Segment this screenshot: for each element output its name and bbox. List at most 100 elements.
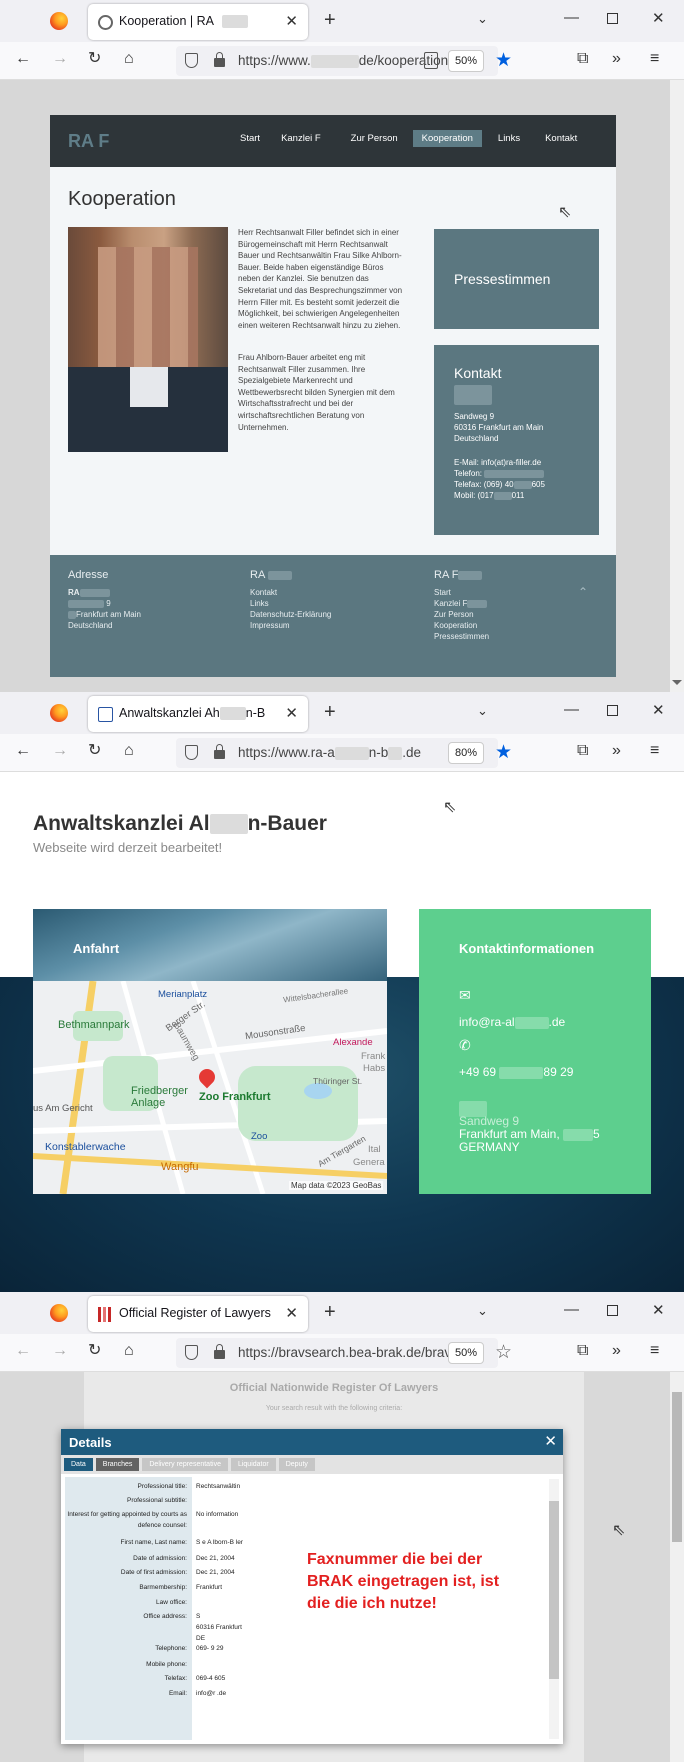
menu-icon[interactable]: ≡: [650, 51, 659, 67]
bookmark-star-icon[interactable]: ★: [495, 743, 512, 762]
tab-register[interactable]: Official Register of Lawyers ✕: [88, 1296, 308, 1332]
detail-label: Date of admission:: [133, 1555, 187, 1562]
minimize-icon[interactable]: —: [564, 9, 579, 26]
reader-view-icon[interactable]: [424, 52, 438, 69]
map-label: Bethmannpark: [58, 1019, 130, 1031]
firefox-icon[interactable]: [50, 704, 68, 722]
map-label: us Am Gericht: [33, 1103, 93, 1114]
new-tab-button[interactable]: +: [324, 1302, 336, 1322]
scrollbar[interactable]: [670, 1372, 684, 1762]
contact-phone[interactable]: +49 69 89 29: [459, 1065, 573, 1079]
bookmark-star-icon[interactable]: ★: [495, 51, 512, 70]
window-close-icon[interactable]: ✕: [652, 701, 665, 719]
minimize-icon[interactable]: —: [564, 701, 579, 718]
extensions-icon[interactable]: ⧉: [577, 743, 588, 759]
tab-delivery[interactable]: Delivery representative: [142, 1458, 228, 1471]
tab-liquidator[interactable]: Liquidator: [230, 1458, 276, 1471]
url-bar[interactable]: https://www.ra-a n-b .de 80% ★: [176, 738, 512, 768]
back-icon[interactable]: ←: [15, 1343, 31, 1359]
close-tab-icon[interactable]: ✕: [285, 704, 298, 722]
footer-link-impressum[interactable]: Impressum: [250, 620, 331, 631]
detail-label: Professional subtitle:: [127, 1497, 187, 1504]
contact-email[interactable]: E-Mail: info(at)ra-filler.de: [454, 457, 545, 468]
press-box[interactable]: Pressestimmen: [434, 229, 599, 329]
detail-label: Law office:: [156, 1599, 187, 1606]
overflow-chevrons-icon[interactable]: »: [612, 1343, 621, 1359]
firefox-icon[interactable]: [50, 12, 68, 30]
tab-kooperation[interactable]: Kooperation | RA ✕: [88, 4, 308, 40]
tab-title: Anwaltskanzlei Ah n-B: [119, 706, 266, 720]
menu-icon[interactable]: ≡: [650, 1343, 659, 1359]
detail-value: 069-4 605: [196, 1675, 226, 1682]
url-text: https://www.ra-a n-b .de: [238, 745, 422, 761]
new-tab-button[interactable]: +: [324, 10, 336, 30]
footer-link-kontakt[interactable]: Kontakt: [250, 587, 331, 598]
bookmark-star-icon[interactable]: ☆: [495, 1343, 512, 1362]
home-icon[interactable]: ⌂: [124, 743, 134, 759]
footer-link-links[interactable]: Links: [250, 598, 331, 609]
detail-value: 069- 9 29: [196, 1645, 224, 1652]
extensions-icon[interactable]: ⧉: [577, 51, 588, 67]
detail-label: Telefax:: [164, 1675, 187, 1682]
forward-icon[interactable]: →: [52, 51, 68, 67]
menu-links[interactable]: Links: [498, 133, 520, 147]
footer-nav-start[interactable]: Start: [434, 587, 489, 598]
extensions-icon[interactable]: ⧉: [577, 1343, 588, 1359]
tab-anwaltskanzlei[interactable]: Anwaltskanzlei Ah n-B ✕: [88, 696, 308, 732]
site-logo[interactable]: RA F: [68, 131, 109, 152]
zoom-level[interactable]: 50%: [448, 50, 485, 72]
reload-icon[interactable]: ↻: [88, 1343, 101, 1359]
window-close-icon[interactable]: ✕: [652, 1301, 665, 1319]
reload-icon[interactable]: ↻: [88, 743, 101, 759]
forward-icon[interactable]: →: [52, 743, 68, 759]
scroll-top-icon[interactable]: ⌃: [578, 585, 588, 599]
footer-link-datenschutz[interactable]: Datenschutz-Erklärung: [250, 609, 331, 620]
footer-nav-person[interactable]: Zur Person: [434, 609, 489, 620]
overflow-chevrons-icon[interactable]: »: [612, 51, 621, 67]
overflow-chevrons-icon[interactable]: »: [612, 743, 621, 759]
contact-email[interactable]: info@ra-al .de: [459, 1015, 565, 1029]
menu-kontakt[interactable]: Kontakt: [545, 133, 577, 147]
maximize-icon[interactable]: [607, 13, 618, 24]
bar-chart-icon: [98, 1307, 113, 1322]
tab-branches[interactable]: Branches: [95, 1458, 140, 1471]
paragraph-1: Herr Rechtsanwalt Filler befindet sich i…: [238, 228, 403, 330]
window-close-icon[interactable]: ✕: [652, 9, 665, 27]
tab-list-chevron-icon[interactable]: ⌄: [477, 11, 488, 27]
url-bar[interactable]: https://bravsearch.bea-brak.de/bravsear …: [176, 1338, 512, 1368]
back-icon[interactable]: ←: [15, 51, 31, 67]
reload-icon[interactable]: ↻: [88, 51, 101, 67]
home-icon[interactable]: ⌂: [124, 1343, 134, 1359]
footer-nav-kooperation[interactable]: Kooperation: [434, 620, 489, 631]
firefox-icon[interactable]: [50, 1304, 68, 1322]
map[interactable]: Merianplatz Bethmannpark Berger Str. Bau…: [33, 981, 387, 1194]
close-tab-icon[interactable]: ✕: [285, 1304, 298, 1322]
tab-list-chevron-icon[interactable]: ⌄: [477, 1303, 488, 1319]
back-icon[interactable]: ←: [15, 743, 31, 759]
close-tab-icon[interactable]: ✕: [285, 12, 298, 30]
tab-data[interactable]: Data: [64, 1458, 93, 1471]
menu-kooperation[interactable]: Kooperation: [412, 130, 482, 147]
url-bar[interactable]: https://www. de/kooperation 50% ★: [176, 46, 512, 76]
modal-close-icon[interactable]: ✕: [544, 1432, 557, 1450]
home-icon[interactable]: ⌂: [124, 51, 134, 67]
footer-nav-kanzlei[interactable]: Kanzlei F: [434, 599, 467, 608]
forward-icon[interactable]: →: [52, 1343, 68, 1359]
scrollbar[interactable]: [670, 80, 684, 692]
minimize-icon[interactable]: —: [564, 1301, 579, 1318]
modal-header: Details ✕: [61, 1429, 563, 1455]
menu-start[interactable]: Start: [240, 133, 260, 147]
tab-list-chevron-icon[interactable]: ⌄: [477, 703, 488, 719]
zoom-level[interactable]: 50%: [448, 1342, 485, 1364]
tab-deputy[interactable]: Deputy: [278, 1458, 315, 1471]
maximize-icon[interactable]: [607, 705, 618, 716]
modal-scrollbar[interactable]: [549, 1479, 559, 1739]
menu-person[interactable]: Zur Person: [351, 133, 398, 147]
maximize-icon[interactable]: [607, 1305, 618, 1316]
zoom-level[interactable]: 80%: [448, 742, 485, 764]
menu-icon[interactable]: ≡: [650, 743, 659, 759]
new-tab-button[interactable]: +: [324, 702, 336, 722]
menu-kanzlei[interactable]: Kanzlei F: [281, 133, 321, 147]
map-label: Genera: [353, 1157, 385, 1168]
footer-nav-presse[interactable]: Pressestimmen: [434, 631, 489, 642]
